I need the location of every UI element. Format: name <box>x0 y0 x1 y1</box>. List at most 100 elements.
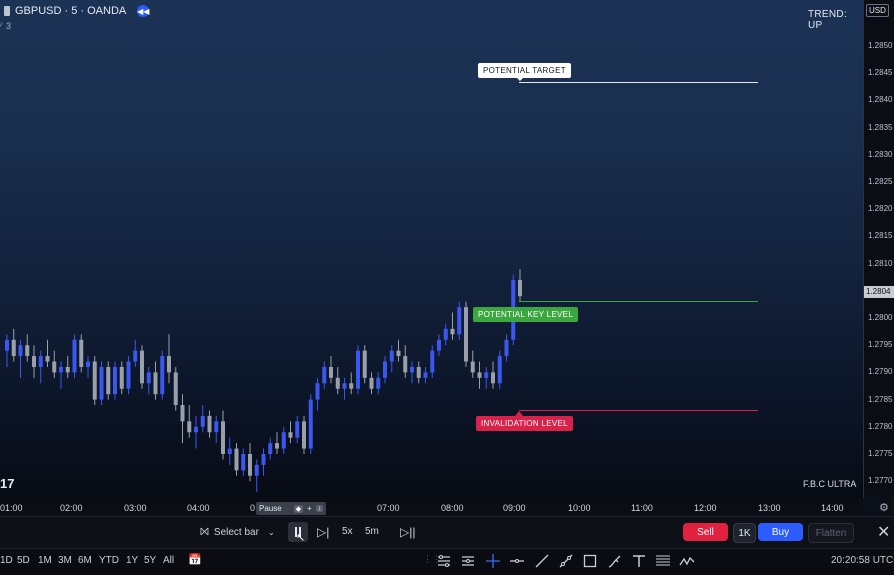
interval-button[interactable]: 5m <box>365 526 379 537</box>
pattern-icon[interactable] <box>679 553 695 569</box>
candle <box>59 361 63 389</box>
sort-lines-icon[interactable] <box>436 553 452 569</box>
sliders-icon[interactable] <box>460 553 476 569</box>
candle-body <box>65 366 70 373</box>
symbol-header[interactable]: GBPUSD · 5 · OANDA ◀◀ <box>4 5 149 17</box>
crosshair-icon[interactable] <box>485 553 501 569</box>
select-bar-label: Select bar <box>213 527 259 538</box>
candle <box>329 356 333 384</box>
invalidation-tag[interactable]: INVALIDATION LEVEL <box>476 416 573 431</box>
text-icon[interactable] <box>631 553 647 569</box>
candle <box>113 361 117 400</box>
candle-body <box>234 448 239 471</box>
close-icon[interactable]: ✕ <box>877 522 890 542</box>
candle <box>248 443 252 482</box>
chart-area[interactable]: GBPUSD · 5 · OANDA ◀◀ ⁄ 3 TREND: UP 17 F… <box>0 0 863 498</box>
buy-button[interactable]: Buy <box>758 523 803 541</box>
candle-body <box>403 356 408 373</box>
settings-gear-icon[interactable]: ⚙ <box>879 501 889 514</box>
candle <box>315 377 320 411</box>
date-range-icon[interactable]: 📅 <box>188 553 202 566</box>
candle <box>369 372 374 395</box>
candle <box>194 415 198 449</box>
quantity-field[interactable]: 1K <box>733 523 756 543</box>
price-tick-label: 1.2810 <box>868 258 893 268</box>
trend-line-icon[interactable] <box>534 553 550 569</box>
candle <box>295 415 300 444</box>
ray-icon[interactable] <box>558 553 574 569</box>
target-line[interactable] <box>519 82 758 83</box>
candle-body <box>11 339 16 357</box>
price-tick-label: 1.2830 <box>868 149 893 159</box>
chevron-down-icon[interactable]: ⌄ <box>268 528 275 537</box>
candle <box>389 345 394 373</box>
candle-body <box>241 454 246 471</box>
candle <box>491 361 495 389</box>
sell-button[interactable]: Sell <box>683 523 728 541</box>
candle-body <box>214 421 219 433</box>
candle <box>308 394 313 454</box>
candle <box>106 361 111 400</box>
price-tick-label: 1.2815 <box>868 231 893 241</box>
candle <box>173 366 178 411</box>
candle <box>65 356 70 378</box>
candle <box>457 301 462 340</box>
candle <box>423 366 428 384</box>
trend-label: TREND: UP <box>808 9 848 31</box>
invalidation-line[interactable] <box>519 410 758 411</box>
candle <box>416 361 421 384</box>
clock-label[interactable]: 20:20:58 UTC+ <box>831 555 894 566</box>
candle-body <box>470 361 475 373</box>
step-forward-button[interactable]: ▷| <box>317 525 329 539</box>
candle-body <box>187 421 192 433</box>
candle <box>11 328 16 362</box>
candle-body <box>200 415 205 427</box>
timeframe-button[interactable]: All <box>163 555 174 566</box>
brush-icon[interactable] <box>607 553 623 569</box>
key-level-line[interactable] <box>519 301 758 302</box>
horizontal-line-icon[interactable] <box>509 553 525 569</box>
timeframe-button[interactable]: 6M <box>78 555 92 566</box>
candle <box>18 339 23 378</box>
candle-body <box>329 366 333 378</box>
candle-body <box>133 350 138 362</box>
price-tick-label: 1.2775 <box>868 449 893 458</box>
left-edge-label: 17 <box>0 476 15 491</box>
timeframe-button[interactable]: 5D <box>17 555 30 566</box>
price-tick-label: 1.2820 <box>868 204 893 214</box>
speed-button[interactable]: 5x <box>342 526 353 537</box>
key-level-tag[interactable]: POTENTIAL KEY LEVEL <box>473 307 579 322</box>
timeframe-button[interactable]: YTD <box>99 555 119 566</box>
timeframe-button[interactable]: 1Y <box>126 555 138 566</box>
indicator-row[interactable]: ⁄ 3 <box>0 21 11 31</box>
timeframe-button[interactable]: 5Y <box>144 555 156 566</box>
fib-levels-icon[interactable] <box>655 553 671 569</box>
time-tick-label: 07:00 <box>377 503 400 513</box>
candle-body <box>396 350 401 357</box>
candle <box>396 339 401 362</box>
timeframe-button[interactable]: 3M <box>58 555 72 566</box>
candle <box>356 345 360 395</box>
flatten-button[interactable]: Flatten <box>808 523 854 543</box>
target-tag[interactable]: POTENTIAL TARGET <box>478 63 571 78</box>
rewind-icon[interactable]: ◀◀ <box>137 5 149 17</box>
candle-body <box>5 339 9 351</box>
jump-to-realtime-button[interactable]: ▷|| <box>400 525 415 539</box>
candle-body <box>25 345 30 357</box>
symbol-label[interactable]: GBPUSD · 5 · OANDA <box>15 5 126 17</box>
currency-badge[interactable]: USD <box>866 4 889 17</box>
price-tick-label: 1.2840 <box>868 95 893 105</box>
select-bar-button[interactable]: ⨝ Select bar ⌄ <box>200 526 275 539</box>
candle-body <box>383 361 387 378</box>
rectangle-icon[interactable] <box>582 553 598 569</box>
time-tick-label: 14:00 <box>821 503 844 513</box>
chevron-icon[interactable]: ⁄ <box>0 21 2 31</box>
price-tick-label: 1.2780 <box>868 421 893 431</box>
candle-body <box>254 464 259 476</box>
candle <box>52 350 57 378</box>
timeframe-button[interactable]: 1D <box>0 555 13 566</box>
candle <box>504 334 509 362</box>
candle-body <box>443 328 448 340</box>
candle-body <box>248 454 252 476</box>
timeframe-button[interactable]: 1M <box>38 555 52 566</box>
